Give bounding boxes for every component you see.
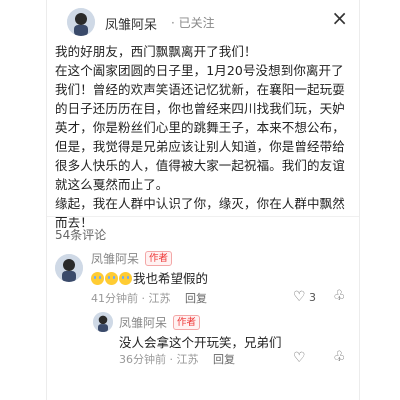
post-card: 凤雏阿呆 · 已关注 × 我的好朋友，西门飘飘离开了我们！ 在这个阖家团圆的日子…	[46, 0, 360, 400]
comment-text: 我也希望假的	[91, 268, 208, 287]
reply-button[interactable]: 回复	[213, 351, 235, 367]
author-avatar[interactable]	[67, 8, 95, 36]
author-name[interactable]: 凤雏阿呆	[105, 14, 157, 33]
comment-meta: 36分钟前 · 江苏	[119, 353, 199, 366]
comment-text: 没人会拿这个开玩笑，兄弟们	[119, 335, 282, 350]
author-badge: 作者	[173, 315, 201, 330]
comment-item: 凤雏阿呆 作者 我也希望假的 41分钟前 · 江苏 回复 ♡ 3 ♧	[55, 248, 355, 308]
commenter-avatar[interactable]	[93, 312, 113, 332]
close-icon[interactable]: ×	[331, 8, 348, 28]
divider	[47, 216, 359, 217]
like-count: 3	[309, 291, 316, 304]
post-header: 凤雏阿呆 · 已关注 ×	[67, 6, 352, 38]
author-badge: 作者	[145, 251, 173, 266]
dislike-icon[interactable]: ♧	[333, 350, 346, 364]
commenter-name[interactable]: 凤雏阿呆	[119, 314, 167, 331]
crying-emoji-icon	[105, 272, 118, 285]
comment-meta: 41分钟前 · 江苏	[91, 292, 171, 305]
dislike-icon[interactable]: ♧	[333, 289, 346, 303]
comment-item: 凤雏阿呆 作者 没人会拿这个开玩笑，兄弟们 36分钟前 · 江苏 回复 ♡ ♧	[93, 310, 355, 370]
heart-icon[interactable]: ♡	[293, 351, 306, 365]
crying-emoji-icon	[119, 272, 132, 285]
commenter-name[interactable]: 凤雏阿呆	[91, 250, 139, 267]
heart-icon[interactable]: ♡	[293, 290, 306, 304]
reply-button[interactable]: 回复	[185, 290, 207, 306]
comment-count: 54条评论	[55, 228, 107, 242]
comment-text-content: 我也希望假的	[133, 271, 209, 286]
commenter-avatar[interactable]	[55, 254, 83, 282]
post-body: 我的好朋友，西门飘飘离开了我们！ 在这个阖家团圆的日子里，1月20号没想到你离开…	[55, 44, 345, 230]
follow-status[interactable]: · 已关注	[171, 14, 215, 31]
crying-emoji-icon	[91, 272, 104, 285]
